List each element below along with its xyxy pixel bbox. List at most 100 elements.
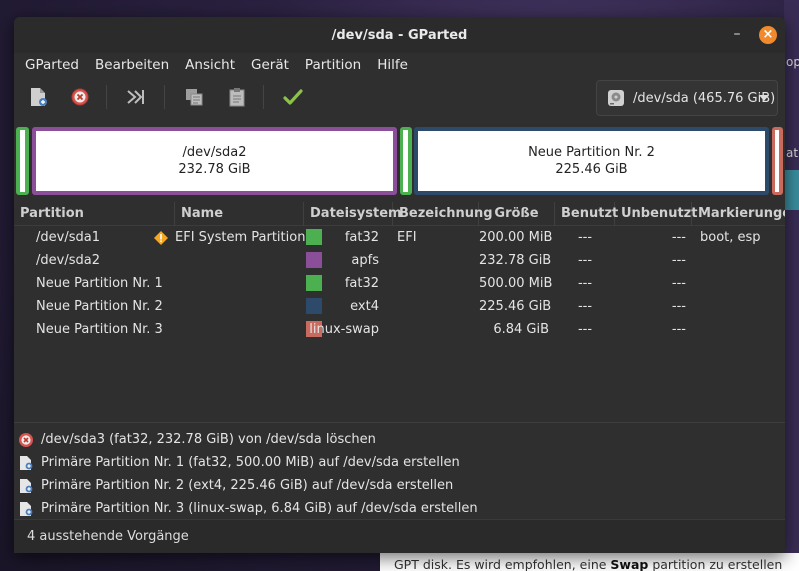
cell-size: 500.00 MiB: [479, 276, 553, 291]
paste-button[interactable]: [223, 83, 251, 111]
delete-partition-icon: [71, 88, 89, 106]
menubar: GParted Bearbeiten Ansicht Gerät Partiti…: [14, 53, 785, 77]
minimize-button[interactable]: –: [729, 27, 745, 43]
partition-map-segment-new1[interactable]: [400, 127, 412, 195]
device-selector[interactable]: /dev/sda (465.76 GiB): [596, 80, 778, 116]
column-header-size[interactable]: Größe: [479, 201, 555, 226]
operation-text: Primäre Partition Nr. 2 (ext4, 225.46 Gi…: [41, 478, 454, 493]
menu-partition[interactable]: Partition: [297, 57, 369, 73]
operation-item[interactable]: Primäre Partition Nr. 1 (fat32, 500.00 M…: [14, 451, 785, 474]
partition-map-segment-sda2[interactable]: /dev/sda2 232.78 GiB: [32, 127, 397, 195]
operation-item[interactable]: Primäre Partition Nr. 3 (linux-swap, 6.8…: [14, 497, 785, 520]
chevron-down-icon: [759, 95, 769, 101]
cell-partition: Neue Partition Nr. 2: [36, 299, 163, 314]
new-partition-icon: [20, 455, 33, 470]
cell-partition: Neue Partition Nr. 1: [36, 276, 163, 291]
toolbar: /dev/sda (465.76 GiB): [14, 77, 785, 117]
cell-label: [393, 318, 479, 341]
harddisk-icon: [608, 90, 624, 106]
cell-unused: ---: [671, 299, 686, 314]
cell-filesystem: linux-swap: [309, 322, 379, 337]
table-body: /dev/sda1 EFI System Partition fat32 EFI…: [14, 226, 785, 341]
paste-icon: [229, 88, 245, 107]
filesystem-color-swatch: [306, 275, 322, 291]
cell-flags: boot, esp: [700, 230, 761, 245]
cell-unused: ---: [671, 276, 686, 291]
partition-map-segment-new2[interactable]: Neue Partition Nr. 2 225.46 GiB: [414, 127, 769, 195]
cell-size: 225.46 GiB: [479, 299, 552, 314]
toolbar-separator: [263, 85, 264, 109]
operation-text: /dev/sda3 (fat32, 232.78 GiB) von /dev/s…: [41, 432, 376, 447]
partition-map-size: 225.46 GiB: [555, 162, 628, 177]
menu-gparted[interactable]: GParted: [17, 57, 87, 73]
cell-used: ---: [577, 299, 593, 314]
column-header-partition[interactable]: Partition: [14, 201, 175, 226]
filesystem-color-swatch: [306, 252, 322, 268]
close-button[interactable]: ×: [759, 26, 777, 44]
status-bar: 4 ausstehende Vorgänge: [14, 519, 785, 553]
menu-geraet[interactable]: Gerät: [243, 57, 297, 73]
cell-used: ---: [577, 322, 593, 337]
cell-name: [175, 318, 304, 341]
partition-map-size: 232.78 GiB: [178, 162, 251, 177]
cell-size: 232.78 GiB: [479, 253, 552, 268]
partition-map-segment-sda1[interactable]: [16, 127, 29, 195]
cell-used: ---: [577, 230, 593, 245]
cell-partition: Neue Partition Nr. 3: [36, 322, 163, 337]
cell-size: 200.00 MiB: [479, 230, 553, 245]
column-header-label[interactable]: Bezeichnung: [393, 201, 493, 226]
operation-item[interactable]: /dev/sda3 (fat32, 232.78 GiB) von /dev/s…: [14, 428, 785, 451]
cell-label: [393, 295, 479, 318]
menu-ansicht[interactable]: Ansicht: [177, 57, 243, 73]
column-header-name[interactable]: Name: [175, 201, 304, 226]
partition-map-label: Neue Partition Nr. 2: [528, 145, 655, 160]
cell-label: [393, 249, 479, 272]
cell-partition: /dev/sda1: [36, 230, 100, 245]
warning-icon: [154, 230, 168, 245]
cell-label: EFI: [397, 230, 417, 245]
table-row[interactable]: /dev/sda1 EFI System Partition fat32 EFI…: [14, 226, 785, 249]
table-row[interactable]: Neue Partition Nr. 3 linux-swap 6.84 GiB…: [14, 318, 785, 341]
cell-flags: [692, 249, 785, 272]
cell-name: [175, 295, 304, 318]
column-header-unused[interactable]: Unbenutzt: [615, 201, 697, 226]
window-title: /dev/sda - GParted: [331, 27, 468, 43]
operation-text: Primäre Partition Nr. 1 (fat32, 500.00 M…: [41, 455, 460, 470]
toolbar-separator: [106, 85, 107, 109]
apply-button[interactable]: [279, 83, 307, 111]
partition-map-segment-new3[interactable]: [772, 127, 783, 195]
resize-move-icon: [127, 90, 144, 104]
filesystem-color-swatch: [306, 298, 322, 314]
cell-filesystem: apfs: [351, 253, 379, 268]
background-text-fragment: op: [786, 55, 799, 69]
titlebar[interactable]: /dev/sda - GParted – ×: [14, 17, 785, 53]
column-header-used[interactable]: Benutzt: [555, 201, 618, 226]
copy-button[interactable]: [180, 83, 208, 111]
cell-unused: ---: [671, 230, 686, 245]
cell-flags: [692, 272, 785, 295]
operation-item[interactable]: Primäre Partition Nr. 2 (ext4, 225.46 Gi…: [14, 474, 785, 497]
new-partition-icon: [20, 478, 33, 493]
delete-partition-button[interactable]: [66, 83, 94, 111]
gparted-window: /dev/sda - GParted – × GParted Bearbeite…: [14, 17, 785, 553]
partition-map: /dev/sda2 232.78 GiB Neue Partition Nr. …: [16, 127, 783, 195]
menu-bearbeiten[interactable]: Bearbeiten: [87, 57, 177, 73]
status-text: 4 ausstehende Vorgänge: [27, 529, 189, 544]
partition-table: Partition Name Dateisystem Bezeichnung G…: [14, 201, 785, 341]
toolbar-separator: [164, 85, 165, 109]
resize-move-button[interactable]: [122, 83, 150, 111]
table-row[interactable]: Neue Partition Nr. 1 fat32 500.00 MiB --…: [14, 272, 785, 295]
cell-filesystem: fat32: [344, 230, 379, 245]
column-header-flags[interactable]: Markierungen: [692, 202, 785, 226]
copy-icon: [186, 89, 203, 106]
cell-filesystem: ext4: [350, 299, 379, 314]
table-row[interactable]: Neue Partition Nr. 2 ext4 225.46 GiB ---…: [14, 295, 785, 318]
background-document-text: GPT disk. Es wird empfohlen, eine Swap p…: [380, 553, 799, 571]
new-partition-button[interactable]: [24, 83, 52, 111]
background-button: [784, 170, 799, 210]
new-partition-icon: [20, 501, 33, 516]
table-row[interactable]: /dev/sda2 apfs 232.78 GiB --- ---: [14, 249, 785, 272]
cell-name: [175, 272, 304, 295]
menu-hilfe[interactable]: Hilfe: [369, 57, 416, 73]
column-header-filesystem[interactable]: Dateisystem: [304, 201, 402, 226]
